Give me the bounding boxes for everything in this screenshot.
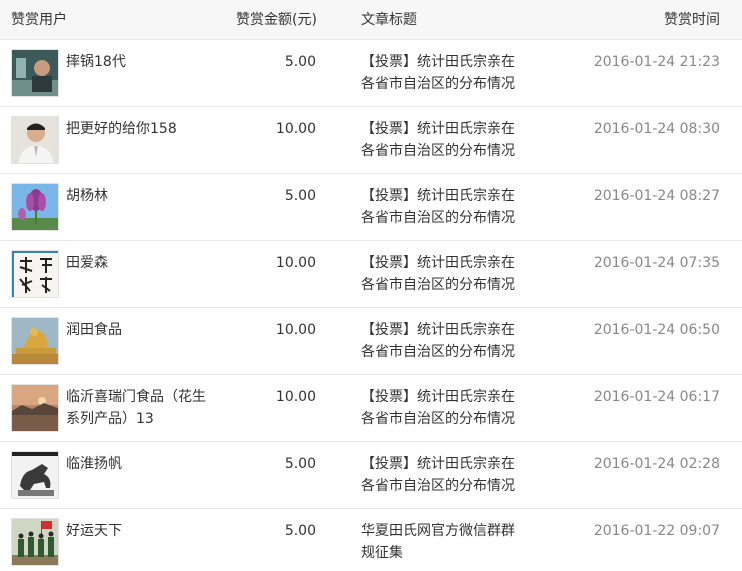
table-row: 把更好的给你158 10.00 【投票】统计田氏宗亲在各省市自治区的分布情况 2… — [0, 107, 742, 174]
table-row: 临沂喜瑞门食品（花生系列产品）13 10.00 【投票】统计田氏宗亲在各省市自治… — [0, 375, 742, 442]
table-row: 摔锅18代 5.00 【投票】统计田氏宗亲在各省市自治区的分布情况 2016-0… — [0, 40, 742, 107]
article-title[interactable]: 【投票】统计田氏宗亲在各省市自治区的分布情况 — [361, 51, 521, 95]
horse-sculpture-icon — [12, 452, 58, 498]
amount: 10.00 — [275, 322, 316, 338]
person-photo-avatar[interactable] — [11, 49, 59, 97]
table-row: 田爱森 10.00 【投票】统计田氏宗亲在各省市自治区的分布情况 2016-01… — [0, 241, 742, 308]
user-name[interactable]: 好运天下 — [66, 520, 206, 542]
article-title[interactable]: 【投票】统计田氏宗亲在各省市自治区的分布情况 — [361, 386, 521, 430]
table-row: 润田食品 10.00 【投票】统计田氏宗亲在各省市自治区的分布情况 2016-0… — [0, 308, 742, 375]
user-name[interactable]: 润田食品 — [66, 319, 206, 341]
header-title: 文章标题 — [361, 12, 417, 28]
amount: 10.00 — [275, 121, 316, 137]
man-portrait-icon — [12, 117, 58, 163]
amount: 5.00 — [284, 523, 316, 539]
golden-dragon-icon — [12, 318, 58, 364]
timestamp: 2016-01-24 08:30 — [593, 121, 720, 137]
article-title[interactable]: 【投票】统计田氏宗亲在各省市自治区的分布情况 — [361, 319, 521, 363]
article-title[interactable]: 【投票】统计田氏宗亲在各省市自治区的分布情况 — [361, 252, 521, 296]
amount: 5.00 — [284, 54, 316, 70]
header-user: 赞赏用户 — [11, 12, 67, 28]
amount: 10.00 — [275, 255, 316, 271]
table-row: 临淮扬帆 5.00 【投票】统计田氏宗亲在各省市自治区的分布情况 2016-01… — [0, 442, 742, 509]
calligraphy-avatar[interactable] — [11, 250, 59, 298]
honor-guard-avatar[interactable] — [11, 518, 59, 566]
sunset-landscape-avatar[interactable] — [11, 384, 59, 432]
person-photo-icon — [12, 50, 58, 96]
article-title[interactable]: 华夏田氏网官方微信群群规征集 — [361, 520, 521, 564]
timestamp: 2016-01-24 06:50 — [593, 322, 720, 338]
horse-sculpture-avatar[interactable] — [11, 451, 59, 499]
article-title[interactable]: 【投票】统计田氏宗亲在各省市自治区的分布情况 — [361, 118, 521, 162]
honor-guard-icon — [12, 519, 58, 565]
purple-flower-icon — [12, 184, 58, 230]
donation-table: 赞赏用户 赞赏金额(元) 文章标题 赞赏时间 摔锅18代 5.00 【投票】统计… — [0, 0, 742, 571]
article-title[interactable]: 【投票】统计田氏宗亲在各省市自治区的分布情况 — [361, 185, 521, 229]
user-name[interactable]: 胡杨林 — [66, 185, 206, 207]
timestamp: 2016-01-22 09:07 — [593, 523, 720, 539]
timestamp: 2016-01-24 06:17 — [593, 389, 720, 405]
amount: 5.00 — [284, 188, 316, 204]
user-name[interactable]: 临淮扬帆 — [66, 453, 206, 475]
table-row: 胡杨林 5.00 【投票】统计田氏宗亲在各省市自治区的分布情况 2016-01-… — [0, 174, 742, 241]
user-name[interactable]: 临沂喜瑞门食品（花生系列产品）13 — [66, 386, 206, 430]
article-title[interactable]: 【投票】统计田氏宗亲在各省市自治区的分布情况 — [361, 453, 521, 497]
user-name[interactable]: 摔锅18代 — [66, 51, 206, 73]
man-portrait-avatar[interactable] — [11, 116, 59, 164]
timestamp: 2016-01-24 21:23 — [593, 54, 720, 70]
user-name[interactable]: 田爱森 — [66, 252, 206, 274]
purple-flower-avatar[interactable] — [11, 183, 59, 231]
table-header: 赞赏用户 赞赏金额(元) 文章标题 赞赏时间 — [0, 0, 742, 40]
amount: 10.00 — [275, 389, 316, 405]
table-row: 好运天下 5.00 华夏田氏网官方微信群群规征集 2016-01-22 09:0… — [0, 509, 742, 571]
timestamp: 2016-01-24 02:28 — [593, 456, 720, 472]
header-time: 赞赏时间 — [664, 12, 720, 28]
amount: 5.00 — [284, 456, 316, 472]
sunset-landscape-icon — [12, 385, 58, 431]
golden-dragon-avatar[interactable] — [11, 317, 59, 365]
calligraphy-icon — [12, 251, 58, 297]
user-name[interactable]: 把更好的给你158 — [66, 118, 206, 140]
timestamp: 2016-01-24 07:35 — [593, 255, 720, 271]
header-amount: 赞赏金额(元) — [236, 12, 317, 28]
timestamp: 2016-01-24 08:27 — [593, 188, 720, 204]
